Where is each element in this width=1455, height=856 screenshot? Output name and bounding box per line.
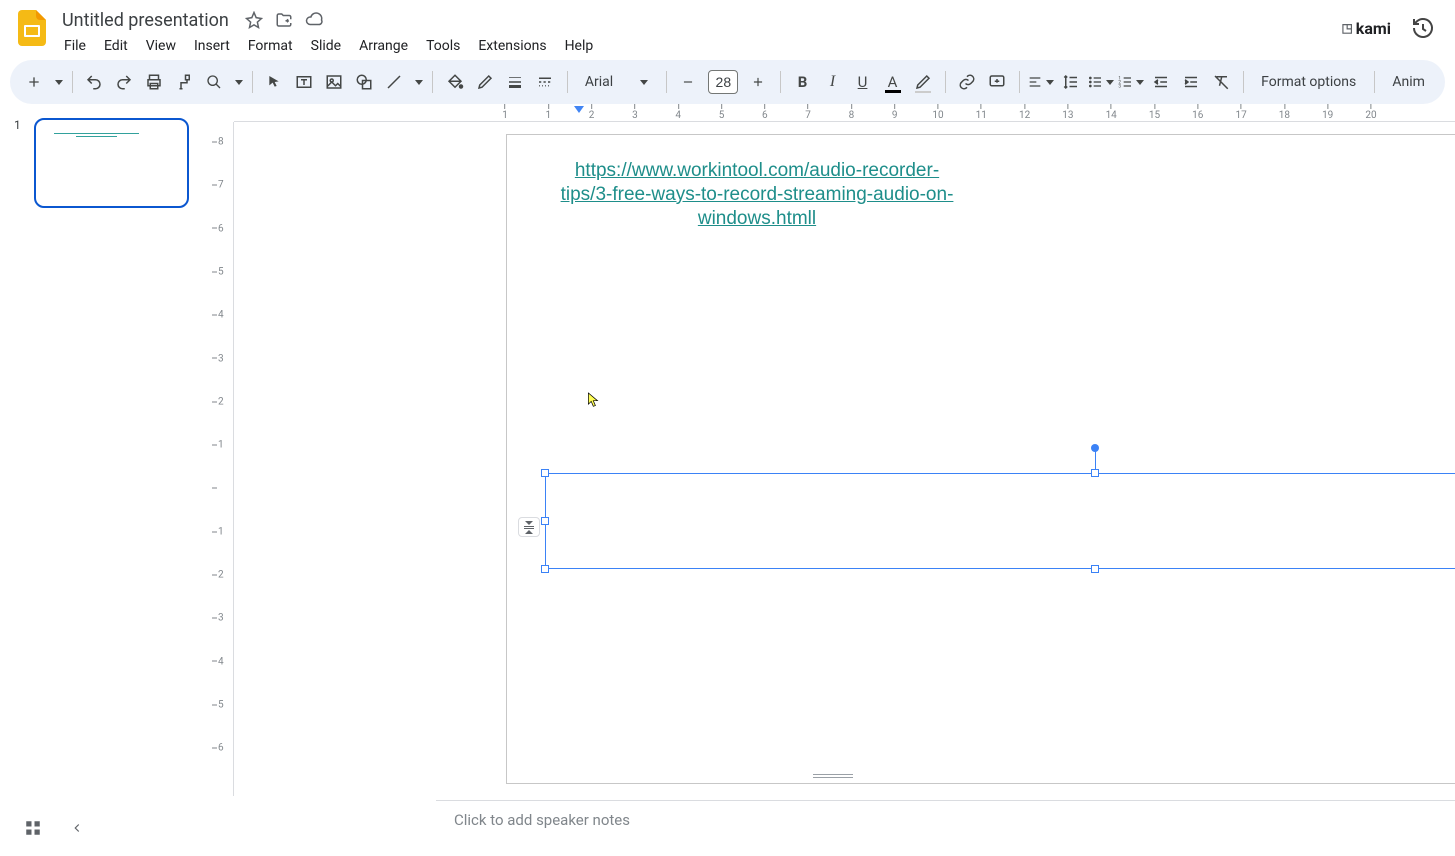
zoom-button[interactable] [200,67,228,97]
textbox-button[interactable] [290,67,318,97]
slides-logo[interactable] [12,8,52,48]
decrease-indent-button[interactable] [1147,67,1175,97]
ruler-horizontal[interactable]: 11234567891011121314151617181920 [234,104,1455,122]
comment-button[interactable] [983,67,1011,97]
menu-extensions[interactable]: Extensions [470,34,554,58]
border-weight-button[interactable] [501,67,529,97]
bullet-list-button[interactable] [1087,67,1115,97]
resize-handle[interactable] [1091,565,1099,573]
document-title[interactable]: Untitled presentation [56,8,235,33]
font-selector[interactable]: Arial [575,68,658,96]
undo-button[interactable] [80,67,108,97]
italic-button[interactable]: I [819,67,847,97]
resize-handle[interactable] [541,469,549,477]
shape-button[interactable] [350,67,378,97]
resize-handle[interactable] [541,565,549,573]
menu-slide[interactable]: Slide [303,34,349,58]
filmstrip: 1 [0,104,210,856]
title-link-text[interactable]: https://www.workintool.com/audio-recorde… [557,159,957,230]
print-button[interactable] [140,67,168,97]
fill-color-button[interactable] [441,67,469,97]
format-options-button[interactable]: Format options [1251,74,1366,90]
increase-indent-button[interactable] [1177,67,1205,97]
resize-handle[interactable] [1091,469,1099,477]
new-slide-dropdown[interactable] [50,67,64,97]
line-button[interactable] [380,67,408,97]
bold-button[interactable]: B [789,67,817,97]
version-history-icon[interactable] [1409,14,1437,42]
autofit-button[interactable] [518,517,540,537]
app-header: Untitled presentation File Edit View Ins… [0,0,1455,56]
border-dash-button[interactable] [531,67,559,97]
menu-tools[interactable]: Tools [418,34,468,58]
menu-view[interactable]: View [138,34,184,58]
highlight-button[interactable] [909,67,937,97]
border-color-button[interactable] [471,67,499,97]
kami-extension[interactable]: ◳ kami [1341,19,1391,38]
svg-text:3: 3 [1119,83,1122,89]
chevron-down-icon [637,80,648,85]
menu-insert[interactable]: Insert [186,34,238,58]
image-button[interactable] [320,67,348,97]
cloud-status-icon[interactable] [305,11,323,29]
slide-number: 1 [14,118,26,846]
star-icon[interactable] [245,11,263,29]
notes-resize-handle[interactable] [813,774,853,778]
rotate-handle-stem [1095,450,1096,469]
indent-marker[interactable] [574,106,584,113]
animation-button[interactable]: Anim [1382,74,1435,90]
kami-label: kami [1356,19,1391,38]
slide-surface[interactable]: https://www.workintool.com/audio-recorde… [506,134,1455,784]
notes-placeholder: Click to add speaker notes [454,811,630,829]
resize-handle[interactable] [541,517,549,525]
decrease-font-button[interactable] [674,67,702,97]
underline-button[interactable]: U [849,67,877,97]
speaker-notes[interactable]: Click to add speaker notes [436,800,1455,856]
clear-format-button[interactable] [1207,67,1235,97]
align-button[interactable] [1027,67,1055,97]
mouse-cursor-icon [587,391,601,409]
grid-view-icon[interactable] [24,819,42,837]
line-spacing-button[interactable] [1057,67,1085,97]
new-slide-button[interactable] [20,67,48,97]
font-size-input[interactable] [708,70,738,94]
open-external-icon: ◳ [1341,21,1352,35]
zoom-dropdown[interactable] [230,67,244,97]
line-dropdown[interactable] [410,67,424,97]
menu-help[interactable]: Help [557,34,602,58]
title-area: Untitled presentation File Edit View Ins… [56,8,1341,58]
text-color-button[interactable]: A [879,67,907,97]
paint-format-button[interactable] [170,67,198,97]
collapse-filmstrip-icon[interactable] [70,821,84,835]
increase-font-button[interactable] [744,67,772,97]
ruler-vertical[interactable]: 87654321123456 [210,122,234,796]
selected-textbox[interactable] [545,473,1455,569]
bottom-left-controls [0,800,210,856]
thumb-content [76,133,117,137]
link-button[interactable] [953,67,981,97]
font-name: Arial [585,74,613,90]
rotate-handle[interactable] [1091,444,1099,452]
menu-arrange[interactable]: Arrange [351,34,416,58]
select-tool[interactable] [260,67,288,97]
toolbar: Arial B I U A 123 Format options Anim [10,60,1445,104]
main-area: 1 11234567891011121314151617181920 87654… [0,104,1455,856]
canvas[interactable]: 11234567891011121314151617181920 8765432… [210,104,1455,856]
menu-bar: File Edit View Insert Format Slide Arran… [56,34,1341,58]
slide-thumbnail-1[interactable] [34,118,189,208]
menu-edit[interactable]: Edit [96,34,136,58]
numbered-list-button[interactable]: 123 [1117,67,1145,97]
menu-file[interactable]: File [56,34,94,58]
menu-format[interactable]: Format [240,34,301,58]
redo-button[interactable] [110,67,138,97]
move-icon[interactable] [275,11,293,29]
